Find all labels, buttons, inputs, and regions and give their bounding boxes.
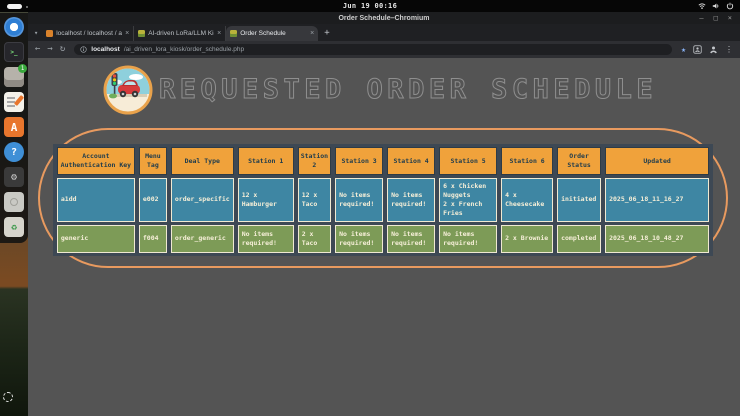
browser-window: Order Schedule–Chromium – □ × ▾ localhos…: [28, 12, 740, 416]
page-header: REQUESTED ORDER SCHEDULE: [28, 58, 740, 116]
cell-updated: 2025_06_18_10_48_27: [605, 225, 709, 253]
tab-kiosk-home[interactable]: AI-driven LoRa/LLM Kio ×: [134, 26, 226, 41]
close-tab-icon[interactable]: ×: [125, 30, 129, 37]
cell-station-3: No items required!: [335, 178, 383, 222]
cell-station-1: No items required!: [238, 225, 294, 253]
col-station-3: Station 3: [335, 147, 383, 175]
cell-updated: 2025_06_18_11_16_27: [605, 178, 709, 222]
app-dock: >_ 1 A ? ⚙ ♻: [0, 13, 28, 243]
desktop-shortcut-icon[interactable]: [3, 392, 13, 402]
pencil-icon: [14, 95, 24, 106]
window-titlebar[interactable]: Order Schedule–Chromium – □ ×: [28, 12, 740, 24]
profile-avatar-icon[interactable]: [709, 45, 718, 54]
system-status-icons[interactable]: [698, 2, 734, 10]
table-header-row: Account Authentication Key Menu Tag Deal…: [57, 147, 709, 175]
power-icon: [726, 2, 734, 10]
site-info-icon[interactable]: [80, 46, 87, 53]
cell-auth-key: a1dd: [57, 178, 135, 222]
url-path: /ai_driven_lora_kiosk/order_schedule.php: [124, 46, 244, 53]
col-station-4: Station 4: [387, 147, 435, 175]
dock-app-a-icon[interactable]: A: [4, 117, 24, 137]
dock-text-editor-icon[interactable]: [4, 92, 24, 112]
cell-station-3: No items required!: [335, 225, 383, 253]
reload-icon[interactable]: ↻: [60, 45, 65, 54]
workspace-dot-icon: [26, 6, 28, 8]
dock-terminal-icon[interactable]: >_: [4, 42, 24, 62]
col-order-status: Order Status: [557, 147, 601, 175]
close-tab-icon[interactable]: ×: [217, 30, 221, 37]
cell-station-5: 6 x Chicken Nuggets 2 x French Fries: [439, 178, 497, 222]
cell-station-2: 2 x Taco: [298, 225, 331, 253]
tab-favicon-order-schedule-icon: [230, 30, 237, 37]
cell-deal-type: order_generic: [171, 225, 234, 253]
close-window-button[interactable]: ×: [728, 15, 732, 22]
dock-help-icon[interactable]: ?: [4, 142, 24, 162]
cell-station-1: 12 x Hamburger: [238, 178, 294, 222]
browser-toolbar: ← → ↻ localhost/ai_driven_lora_kiosk/ord…: [28, 41, 740, 58]
drive-thru-logo: [103, 65, 153, 115]
cell-station-4: No items required!: [387, 225, 435, 253]
cell-station-4: No items required!: [387, 178, 435, 222]
system-clock[interactable]: Jun 19 00:16: [343, 2, 397, 10]
col-station-6: Station 6: [501, 147, 553, 175]
dock-settings-gear-icon[interactable]: ⚙: [4, 167, 24, 187]
col-updated: Updated: [605, 147, 709, 175]
address-bar[interactable]: localhost/ai_driven_lora_kiosk/order_sch…: [74, 44, 672, 55]
close-tab-icon[interactable]: ×: [310, 30, 314, 37]
cell-station-5: No items required!: [439, 225, 497, 253]
col-deal-type: Deal Type: [171, 147, 234, 175]
minimize-button[interactable]: –: [699, 15, 703, 22]
tab-strip: ▾ localhost / localhost / a × AI-driven …: [28, 24, 740, 41]
url-host: localhost: [91, 46, 120, 53]
page-title: REQUESTED ORDER SCHEDULE: [159, 74, 657, 105]
back-icon[interactable]: ←: [35, 45, 40, 54]
volume-icon: [712, 2, 720, 10]
cell-order-status: initiated: [557, 178, 601, 222]
cell-station-6: 4 x Cheesecake: [501, 178, 553, 222]
dock-recycle-icon[interactable]: ♻: [4, 217, 24, 237]
order-schedule-table: Account Authentication Key Menu Tag Deal…: [53, 144, 713, 256]
maximize-button[interactable]: □: [714, 15, 718, 22]
forward-icon[interactable]: →: [47, 45, 52, 54]
col-station-2: Station 2: [298, 147, 331, 175]
tab-favicon-phpmyadmin-icon: [46, 30, 53, 37]
browser-menu-kebab-icon[interactable]: ⋮: [725, 45, 733, 54]
table-row: a1dd e002 order_specific 12 x Hamburger …: [57, 178, 709, 222]
dock-file-manager-icon[interactable]: 1: [4, 67, 24, 87]
cell-station-6: 2 x Brownie: [501, 225, 553, 253]
extension-user-icon[interactable]: [693, 45, 702, 54]
tab-phpmyadmin[interactable]: localhost / localhost / a ×: [42, 26, 134, 41]
cell-menu-tag: e002: [139, 178, 167, 222]
tab-favicon-kiosk-icon: [138, 30, 145, 37]
cell-order-status: completed: [557, 225, 601, 253]
bookmark-star-icon[interactable]: ★: [681, 45, 686, 54]
cell-auth-key: generic: [57, 225, 135, 253]
dock-utility-icon[interactable]: [4, 192, 24, 212]
table-row: generic f004 order_generic No items requ…: [57, 225, 709, 253]
files-badge: 1: [18, 64, 27, 73]
col-station-5: Station 5: [439, 147, 497, 175]
dock-chromium-icon[interactable]: [4, 17, 24, 37]
schedule-capsule: Account Authentication Key Menu Tag Deal…: [38, 128, 728, 268]
window-title: Order Schedule–Chromium: [338, 15, 429, 22]
tab-order-schedule[interactable]: Order Schedule ×: [226, 26, 318, 41]
cell-deal-type: order_specific: [171, 178, 234, 222]
cell-menu-tag: f004: [139, 225, 167, 253]
activities-indicator[interactable]: [7, 4, 22, 9]
col-station-1: Station 1: [238, 147, 294, 175]
page-content: REQUESTED ORDER SCHEDULE Account Authent…: [28, 58, 740, 416]
new-tab-button[interactable]: +: [324, 28, 329, 38]
col-menu-tag: Menu Tag: [139, 147, 167, 175]
system-top-bar: Jun 19 00:16: [0, 0, 740, 12]
col-account-auth-key: Account Authentication Key: [57, 147, 135, 175]
cell-station-2: 12 x Taco: [298, 178, 331, 222]
wifi-icon: [698, 2, 706, 10]
tab-search-chevron-icon[interactable]: ▾: [34, 29, 38, 37]
